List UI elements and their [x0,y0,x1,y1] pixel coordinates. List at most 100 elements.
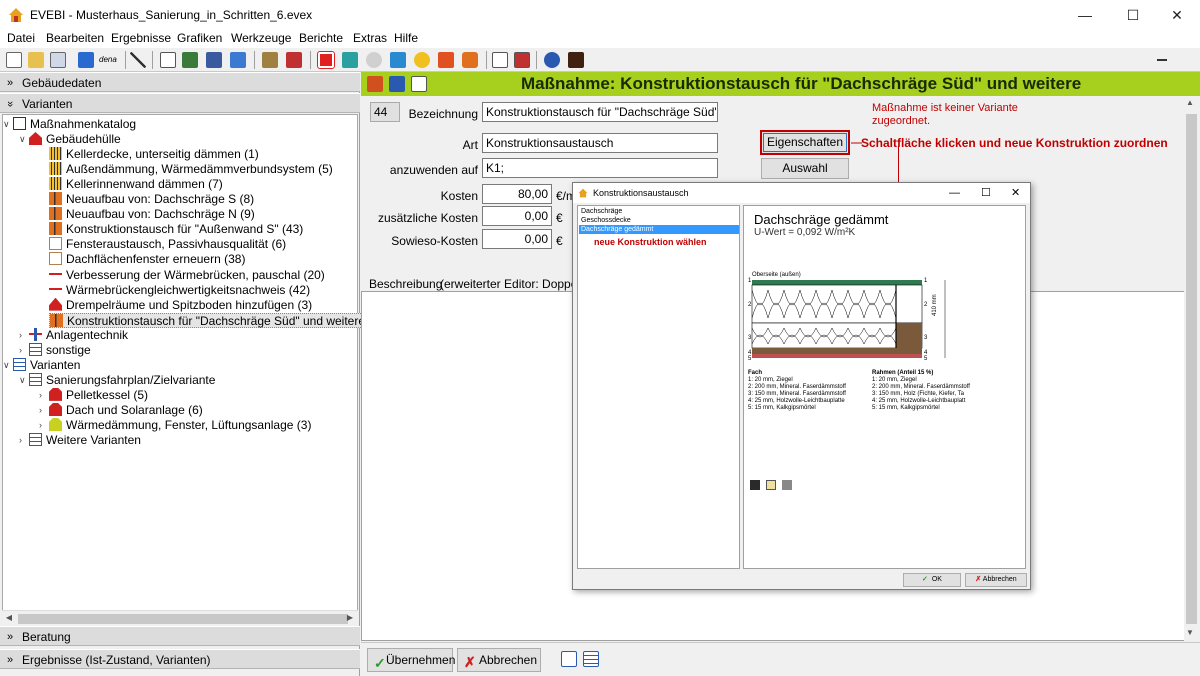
collapse-arrow-icon[interactable]: ∨ [19,373,28,388]
menu-datei[interactable]: Datei [7,31,35,45]
document-icon[interactable] [160,52,176,68]
open-folder-icon[interactable] [28,52,44,68]
bezeichnung-field[interactable]: Konstruktionstausch für "Dachschräge Süd… [482,102,718,122]
eigenschaften-button[interactable]: Eigenschaften [760,130,850,155]
copy-icon[interactable] [50,52,66,68]
menu-ergebnisse[interactable]: Ergebnisse [111,31,171,45]
tree-item[interactable]: sonstige [29,342,91,358]
collapse-arrow-icon[interactable]: ∨ [3,117,12,132]
tree-item[interactable]: Dach und Solaranlage (6) [49,402,203,418]
uebernehmen-button[interactable]: ✓ Übernehmen [367,648,455,672]
tree-item[interactable]: Kellerinnenwand dämmen (7) [49,177,223,192]
export-icon[interactable] [206,52,222,68]
calculator-icon[interactable] [568,52,584,68]
abbrechen-button[interactable]: ✗ Abbrechen [457,648,541,672]
tree-item[interactable]: Varianten [13,357,80,373]
anzuwenden-field[interactable]: K1; [482,158,718,178]
tree-item[interactable]: Weitere Varianten [29,433,141,448]
list-item[interactable]: Geschossdecke [579,216,739,225]
vertical-scrollbar[interactable]: ▲ ▼ [1184,96,1200,642]
report-icon[interactable] [492,52,508,68]
remove-icon[interactable] [389,76,405,92]
tree-item[interactable]: Dachflächenfenster erneuern (38) [49,252,245,267]
expand-arrow-icon[interactable]: › [39,418,48,433]
list-icon[interactable] [286,52,302,68]
tree-icon[interactable] [262,52,278,68]
report2-icon[interactable] [514,52,530,68]
expand-arrow-icon[interactable]: › [19,328,28,343]
euro-icon[interactable] [462,52,478,68]
tree-item[interactable]: Konstruktionstausch für "Außenwand S" (4… [49,222,303,237]
dialog-ok-button[interactable]: ✓ OK [903,573,961,587]
tree-item[interactable]: Außendämmung, Wärmedämmverbundsystem (5) [49,162,333,177]
print-icon[interactable] [782,480,792,490]
tree-item[interactable]: Sanierungsfahrplan/Zielvariante [29,372,215,388]
auswahl-button[interactable]: Auswahl [761,158,849,179]
tree-item[interactable]: Verbesserung der Wärmebrücken, pauschal … [49,267,325,283]
maximize-button[interactable]: ☐ [1110,0,1156,30]
expand-arrow-icon[interactable]: › [39,403,48,418]
minimize-button[interactable]: — [1062,0,1108,30]
copy-doc-icon[interactable] [766,480,776,490]
help-icon[interactable] [544,52,560,68]
building-red-icon[interactable] [317,51,335,69]
section-beratung[interactable]: » Beratung [0,626,360,646]
dialog-cancel-button[interactable]: ✗ Abbrechen [965,573,1027,587]
tree-item[interactable]: Fensteraustausch, Passivhausqualität (6) [49,237,286,252]
new-file-icon[interactable] [6,52,22,68]
dialog-minimize-button[interactable]: — [949,183,960,203]
collapse-arrow-icon[interactable]: ∨ [19,132,28,147]
tree-item[interactable]: Neuaufbau von: Dachschräge N (9) [49,207,255,222]
dialog-close-button[interactable]: ✕ [1011,183,1020,203]
section-ergebnisse[interactable]: » Ergebnisse (Ist-Zustand, Varianten) [0,649,360,669]
structure-icon[interactable] [182,52,198,68]
expand-arrow-icon[interactable]: › [19,433,28,448]
save-icon[interactable] [750,480,760,490]
arrow-icon[interactable] [78,52,94,68]
tree-item[interactable]: Anlagentechnik [29,327,128,343]
list-item-selected[interactable]: Dachschräge gedämmt [579,225,739,234]
copy-measure-icon[interactable] [411,76,427,92]
close-button[interactable]: ✕ [1154,0,1200,30]
measures-tree: ∨ Maßnahmenkatalog ∨ Gebäudehülle Kellerdeck… [2,114,391,612]
tree-item[interactable]: Maßnahmenkatalog [13,117,136,132]
tree-item[interactable]: Drempelräume und Spitzboden hinzufügen (… [49,297,312,313]
sun-icon[interactable] [414,52,430,68]
search-icon[interactable] [366,52,382,68]
tree-item[interactable]: Neuaufbau von: Dachschräge S (8) [49,192,254,207]
list-item[interactable]: Dachschräge [579,207,739,216]
horizontal-scrollbar[interactable]: ◀ ▶ [2,610,358,626]
tree-item[interactable]: Kellerdecke, unterseitig dämmen (1) [49,147,259,162]
expand-arrow-icon[interactable]: › [19,343,28,358]
fan-icon[interactable] [390,52,406,68]
kosten-field[interactable]: 80,00 [482,184,552,204]
collapse-arrow-icon[interactable]: ∨ [3,358,12,373]
menu-hilfe[interactable]: Hilfe [394,31,418,45]
tree-item[interactable]: Pelletkessel (5) [49,387,148,403]
expand-arrow-icon[interactable]: › [39,388,48,403]
view-form-icon[interactable] [561,651,577,667]
add-icon[interactable] [367,76,383,92]
section-gebaeudedaten[interactable]: » Gebäudedaten [0,72,360,92]
tree-item[interactable]: Gebäudehülle [29,132,121,147]
zusaetzliche-kosten-field[interactable]: 0,00 [482,206,552,226]
energy-icon[interactable] [438,52,454,68]
menu-bearbeiten[interactable]: Bearbeiten [46,31,104,45]
menu-werkzeuge[interactable]: Werkzeuge [231,31,291,45]
import-icon[interactable] [230,52,246,68]
menu-berichte[interactable]: Berichte [299,31,343,45]
wand-icon[interactable] [130,52,146,68]
sowieso-kosten-field[interactable]: 0,00 [482,229,552,249]
dialog-maximize-button[interactable]: ☐ [981,183,991,203]
menu-extras[interactable]: Extras [353,31,387,45]
dena-icon[interactable]: dena [99,52,121,68]
art-field[interactable]: Konstruktionsaustausch [482,133,718,153]
view-table-icon[interactable] [583,651,599,667]
tree-item[interactable]: Wärmedämmung, Fenster, Lüftungsanlage (3… [49,418,311,433]
menu-grafiken[interactable]: Grafiken [177,31,222,45]
transfer-icon[interactable] [1154,52,1170,68]
tree-item-selected[interactable]: Konstruktionstausch für "Dachschräge Süd… [49,312,391,328]
grid-icon[interactable] [342,52,358,68]
section-varianten[interactable]: » Varianten [0,93,360,113]
tree-item[interactable]: Wärmebrückengleichwertigkeitsnachweis (4… [49,282,310,298]
